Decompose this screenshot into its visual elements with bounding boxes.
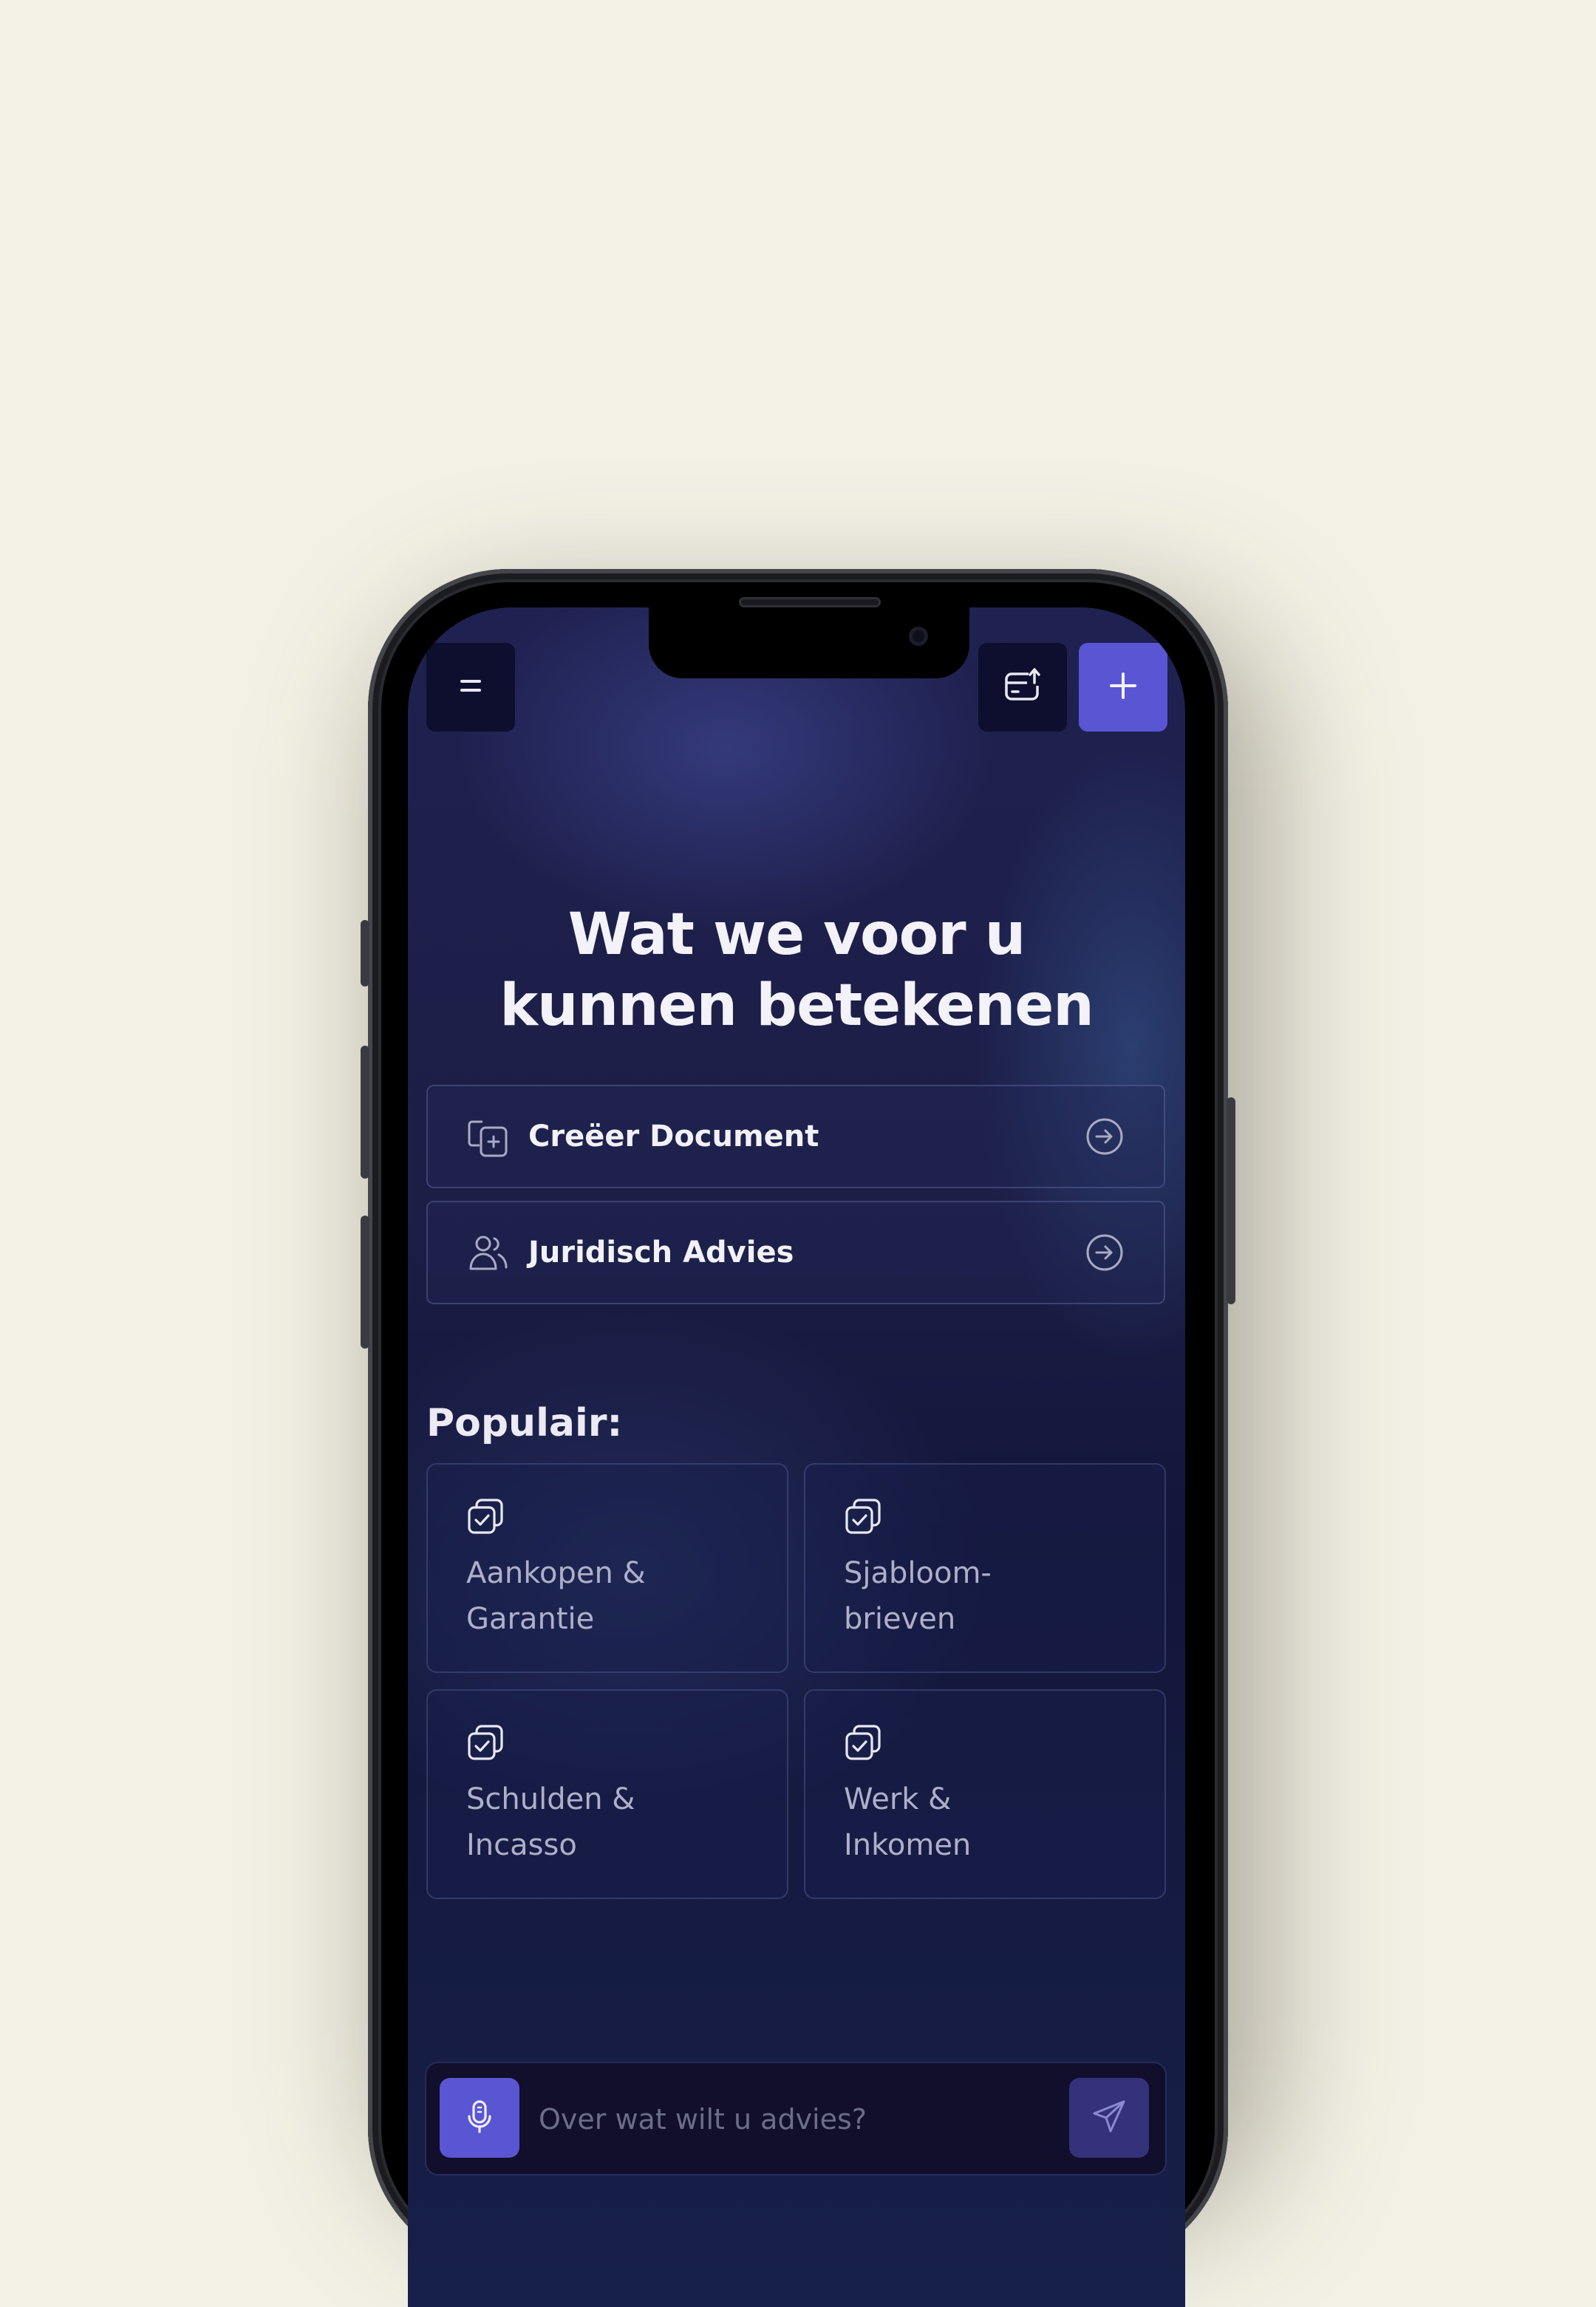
- arrow-right-circle-icon: [1084, 1116, 1125, 1157]
- plus-icon: [1105, 668, 1141, 706]
- popular-card-label: Werk & Inkomen: [844, 1782, 972, 1862]
- mute-switch: [361, 920, 369, 986]
- popular-card-label: Sjabloom- brieven: [844, 1556, 992, 1636]
- legal-advice-label: Juridisch Advies: [528, 1236, 794, 1270]
- document-add-icon: [466, 1114, 511, 1159]
- app-screen: Wat we voor u kunnen betekenen Creëer Do…: [408, 607, 1185, 2307]
- phone-bezel: Wat we voor u kunnen betekenen Creëer Do…: [381, 582, 1215, 2307]
- popular-card-purchases[interactable]: Aankopen & Garantie: [426, 1463, 788, 1673]
- popular-card-work[interactable]: Werk & Inkomen: [804, 1689, 1166, 1899]
- create-document-label: Creëer Document: [528, 1120, 819, 1154]
- copy-check-icon: [844, 1497, 882, 1536]
- microphone-button[interactable]: [440, 2078, 519, 2158]
- popular-heading: Populair:: [426, 1401, 623, 1445]
- popular-card-debts[interactable]: Schulden & Incasso: [426, 1689, 788, 1899]
- advice-input[interactable]: [539, 2096, 1056, 2143]
- notch: [649, 607, 969, 678]
- users-icon: [466, 1230, 511, 1275]
- export-button[interactable]: [978, 643, 1067, 732]
- earpiece-speaker: [739, 597, 881, 607]
- page-title-line-1: Wat we voor u: [567, 902, 1026, 968]
- microphone-icon: [460, 2097, 499, 2139]
- popular-card-label: Aankopen & Garantie: [466, 1556, 646, 1636]
- copy-check-icon: [466, 1497, 505, 1536]
- menu-button[interactable]: [426, 643, 515, 732]
- volume-down-button: [361, 1216, 369, 1349]
- export-icon: [1002, 665, 1043, 709]
- copy-check-icon: [844, 1723, 882, 1762]
- create-document-button[interactable]: Creëer Document: [426, 1085, 1165, 1188]
- popular-card-label: Schulden & Incasso: [466, 1782, 635, 1862]
- chat-bar: [426, 2063, 1165, 2174]
- phone-frame: Wat we voor u kunnen betekenen Creëer Do…: [361, 569, 1235, 2307]
- menu-icon: [454, 669, 487, 705]
- volume-up-button: [361, 1046, 369, 1179]
- page-title-line-2: kunnen betekenen: [499, 972, 1094, 1039]
- page-title: Wat we voor u kunnen betekenen: [408, 899, 1185, 1041]
- arrow-right-circle-icon: [1084, 1232, 1125, 1273]
- send-button[interactable]: [1069, 2078, 1149, 2158]
- legal-advice-button[interactable]: Juridisch Advies: [426, 1201, 1165, 1304]
- copy-check-icon: [466, 1723, 505, 1762]
- send-icon: [1090, 2097, 1128, 2139]
- popular-card-templates[interactable]: Sjabloom- brieven: [804, 1463, 1166, 1673]
- power-button: [1227, 1097, 1235, 1304]
- new-chat-button[interactable]: [1079, 643, 1167, 732]
- front-camera: [909, 627, 928, 646]
